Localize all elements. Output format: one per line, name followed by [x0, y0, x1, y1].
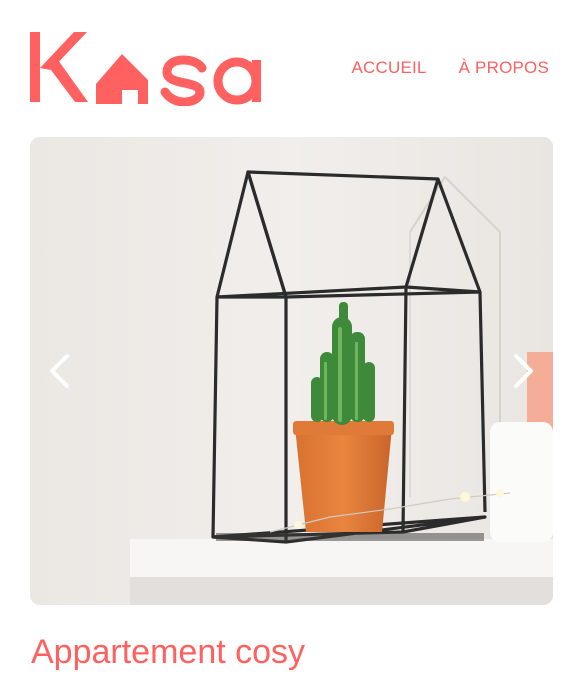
kasa-logo-mark — [30, 32, 261, 106]
listing-title: Appartement cosy — [31, 633, 306, 671]
chevron-left-icon — [50, 354, 69, 388]
chevron-right-icon — [514, 354, 533, 388]
kasa-logo[interactable] — [30, 30, 266, 106]
nav-link-accueil[interactable]: ACCUEIL — [352, 58, 427, 78]
carousel-prev-button[interactable] — [37, 347, 85, 395]
site-header: ACCUEIL À PROPOS — [0, 0, 584, 137]
carousel-next-button[interactable] — [498, 347, 546, 395]
cactus-house-photo — [30, 137, 553, 605]
nav-link-a-propos[interactable]: À PROPOS — [459, 58, 549, 78]
main-nav: ACCUEIL À PROPOS — [352, 58, 550, 78]
image-carousel — [30, 137, 553, 605]
